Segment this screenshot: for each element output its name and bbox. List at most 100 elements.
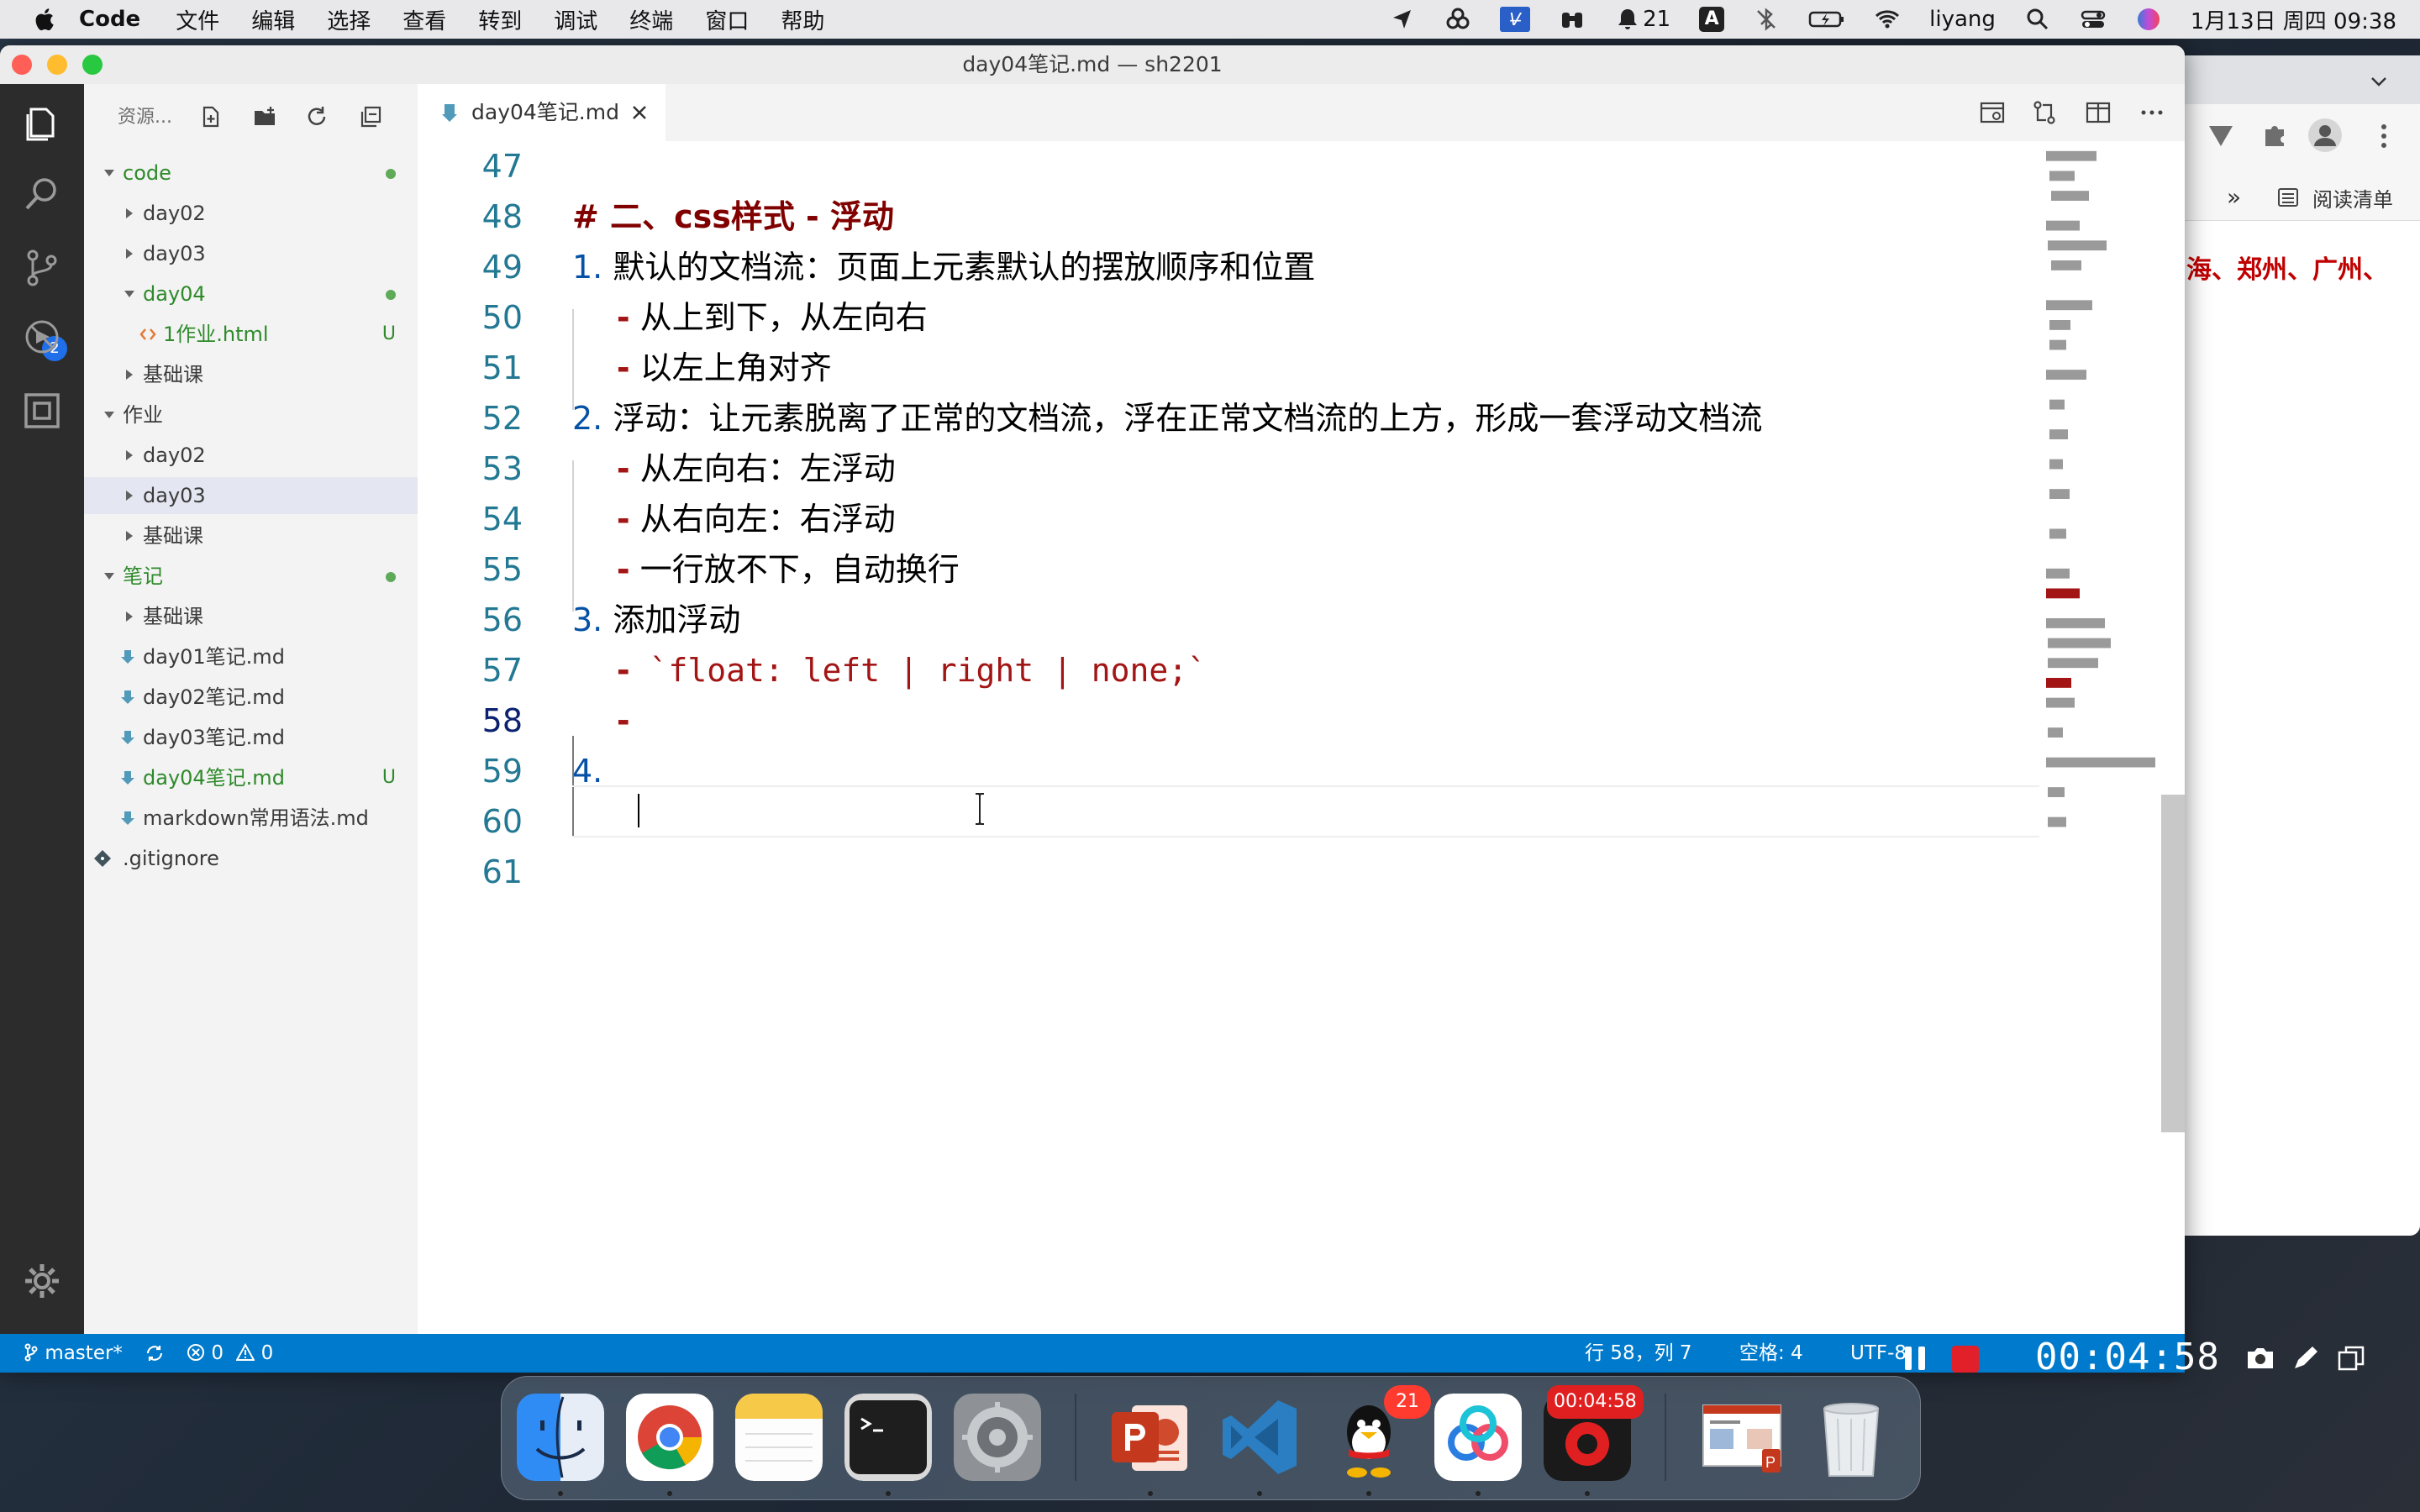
menu-debug[interactable]: 调试	[554, 4, 597, 35]
vs-extension-icon[interactable]: V̶	[1500, 7, 1531, 32]
tree-item-folder-open[interactable]: 笔记	[84, 558, 418, 595]
chrome-app-icon[interactable]	[626, 1394, 713, 1481]
finder-app-icon[interactable]	[517, 1394, 604, 1481]
chevron-right-icon[interactable]	[121, 356, 138, 393]
extension-v-icon[interactable]	[2207, 121, 2235, 150]
problems-indicator[interactable]: 0 0	[187, 1334, 273, 1373]
tree-item-folder[interactable]: day03	[84, 235, 418, 272]
settings-gear-icon[interactable]	[21, 1260, 63, 1302]
spotlight-search-icon[interactable]	[2024, 6, 2051, 33]
tree-item-md[interactable]: markdown常用语法.md	[84, 800, 418, 837]
menu-view[interactable]: 查看	[402, 4, 446, 35]
binoculars-icon[interactable]	[1559, 6, 1586, 33]
app-menu-code[interactable]: Code	[79, 7, 140, 32]
menubar-clock[interactable]: 1月13日 周四 09:38	[2191, 4, 2396, 35]
camera-icon[interactable]	[2245, 1344, 2275, 1373]
minimap[interactable]	[2039, 141, 2157, 1334]
tree-item-md[interactable]: day02笔记.md	[84, 679, 418, 716]
system-preferences-app-icon[interactable]	[954, 1394, 1041, 1481]
new-folder-icon[interactable]	[252, 104, 277, 129]
tree-item-folder-open[interactable]: day04	[84, 276, 418, 312]
chevron-down-icon[interactable]	[2368, 71, 2390, 92]
new-file-icon[interactable]	[198, 104, 224, 129]
open-changes-icon[interactable]	[2031, 99, 2058, 126]
tree-item-md[interactable]: day04笔记.md U	[84, 759, 418, 796]
vertical-scrollbar[interactable]	[2161, 141, 2185, 1334]
siri-icon[interactable]	[2135, 6, 2162, 33]
source-control-icon[interactable]	[21, 247, 63, 289]
scrollbar-thumb[interactable]	[2161, 795, 2185, 1132]
branch-indicator[interactable]: master*	[24, 1334, 123, 1373]
chevron-right-icon[interactable]	[121, 517, 138, 554]
tree-item-git[interactable]: .gitignore	[84, 840, 418, 877]
menu-help[interactable]: 帮助	[781, 4, 824, 35]
vscode-app-icon[interactable]	[1216, 1394, 1303, 1481]
notification-area[interactable]: 21	[1614, 6, 1670, 33]
presentation-document-icon[interactable]: P	[1698, 1394, 1786, 1481]
apple-icon[interactable]	[32, 7, 55, 32]
battery-icon[interactable]	[1808, 6, 1845, 33]
tree-item-md[interactable]: day03笔记.md	[84, 719, 418, 756]
tree-item-folder[interactable]: day02	[84, 437, 418, 474]
reading-list-button[interactable]: 阅读清单	[2312, 183, 2393, 213]
location-arrow-icon[interactable]	[1389, 6, 1416, 33]
trash-icon[interactable]	[1807, 1394, 1895, 1481]
split-editor-icon[interactable]	[2085, 99, 2112, 126]
stop-recording-button[interactable]	[1952, 1346, 1979, 1373]
tree-item-md[interactable]: day01笔记.md	[84, 638, 418, 675]
window-mode-icon[interactable]	[2336, 1344, 2366, 1373]
menu-edit[interactable]: 编辑	[251, 4, 295, 35]
user-name[interactable]: liyang	[1929, 7, 1996, 32]
refresh-icon[interactable]	[304, 104, 329, 129]
run-debug-icon[interactable]	[21, 316, 63, 358]
cursor-position[interactable]: 行 58，列 7	[1585, 1334, 1692, 1373]
menu-go[interactable]: 转到	[478, 4, 522, 35]
baidu-netdisk-app-icon[interactable]	[1434, 1394, 1522, 1481]
tree-item-folder[interactable]: day03	[84, 477, 418, 514]
tree-item-folder[interactable]: 基础课	[84, 356, 418, 393]
collapse-all-icon[interactable]	[358, 104, 383, 129]
chevron-down-icon[interactable]	[101, 155, 118, 192]
menu-terminal[interactable]: 终端	[629, 4, 673, 35]
sync-icon[interactable]	[145, 1343, 165, 1363]
cloud-app-icon[interactable]	[1444, 6, 1471, 33]
chevron-right-icon[interactable]	[121, 598, 138, 635]
code-editor[interactable]: 47 48 # 二、css样式 - 浮动 49 1. 默认的文档流：页面上元素默认的摆放…	[418, 141, 2039, 1334]
pause-recording-icon[interactable]	[1901, 1344, 1929, 1373]
extensions-icon[interactable]	[21, 390, 63, 432]
more-actions-icon[interactable]	[2139, 99, 2165, 126]
indentation[interactable]: 空格: 4	[1739, 1334, 1803, 1373]
puzzle-extensions-icon[interactable]	[2260, 121, 2289, 150]
chevron-right-icon[interactable]	[121, 195, 138, 232]
menu-file[interactable]: 文件	[176, 4, 219, 35]
tree-item-folder-open[interactable]: 作业	[84, 396, 418, 433]
tree-item-folder[interactable]: day02	[84, 195, 418, 232]
chevron-right-icon[interactable]	[121, 235, 138, 272]
tree-item-html[interactable]: 1作业.html U	[84, 316, 418, 353]
bookmarks-overflow[interactable]: »	[2227, 183, 2241, 211]
input-method-icon[interactable]: A	[1699, 7, 1725, 32]
search-icon[interactable]	[21, 173, 63, 215]
chevron-down-icon[interactable]	[101, 396, 118, 433]
chevron-right-icon[interactable]	[121, 437, 138, 474]
notes-app-icon[interactable]	[735, 1394, 823, 1481]
chevron-down-icon[interactable]	[121, 276, 138, 312]
pen-annotate-icon[interactable]	[2291, 1344, 2321, 1373]
explorer-icon[interactable]	[21, 102, 63, 144]
chevron-right-icon[interactable]	[121, 477, 138, 514]
terminal-app-icon[interactable]	[844, 1394, 932, 1481]
bluetooth-off-icon[interactable]	[1753, 6, 1780, 33]
chevron-down-icon[interactable]	[101, 558, 118, 595]
menu-window[interactable]: 窗口	[705, 4, 749, 35]
tree-item-folder[interactable]: 基础课	[84, 517, 418, 554]
tree-item-folder[interactable]: 基础课	[84, 598, 418, 635]
open-preview-icon[interactable]	[1979, 99, 2006, 126]
wifi-icon[interactable]	[1874, 6, 1901, 33]
profile-avatar-icon[interactable]	[2307, 118, 2343, 153]
tab-day04-md[interactable]: day04笔记.md	[418, 84, 666, 141]
menu-selection[interactable]: 选择	[327, 4, 371, 35]
browser-menu-icon[interactable]	[2380, 123, 2388, 150]
tree-item-folder-open[interactable]: code	[84, 155, 418, 192]
control-center-icon[interactable]	[2080, 6, 2107, 33]
close-tab-icon[interactable]	[629, 102, 650, 123]
